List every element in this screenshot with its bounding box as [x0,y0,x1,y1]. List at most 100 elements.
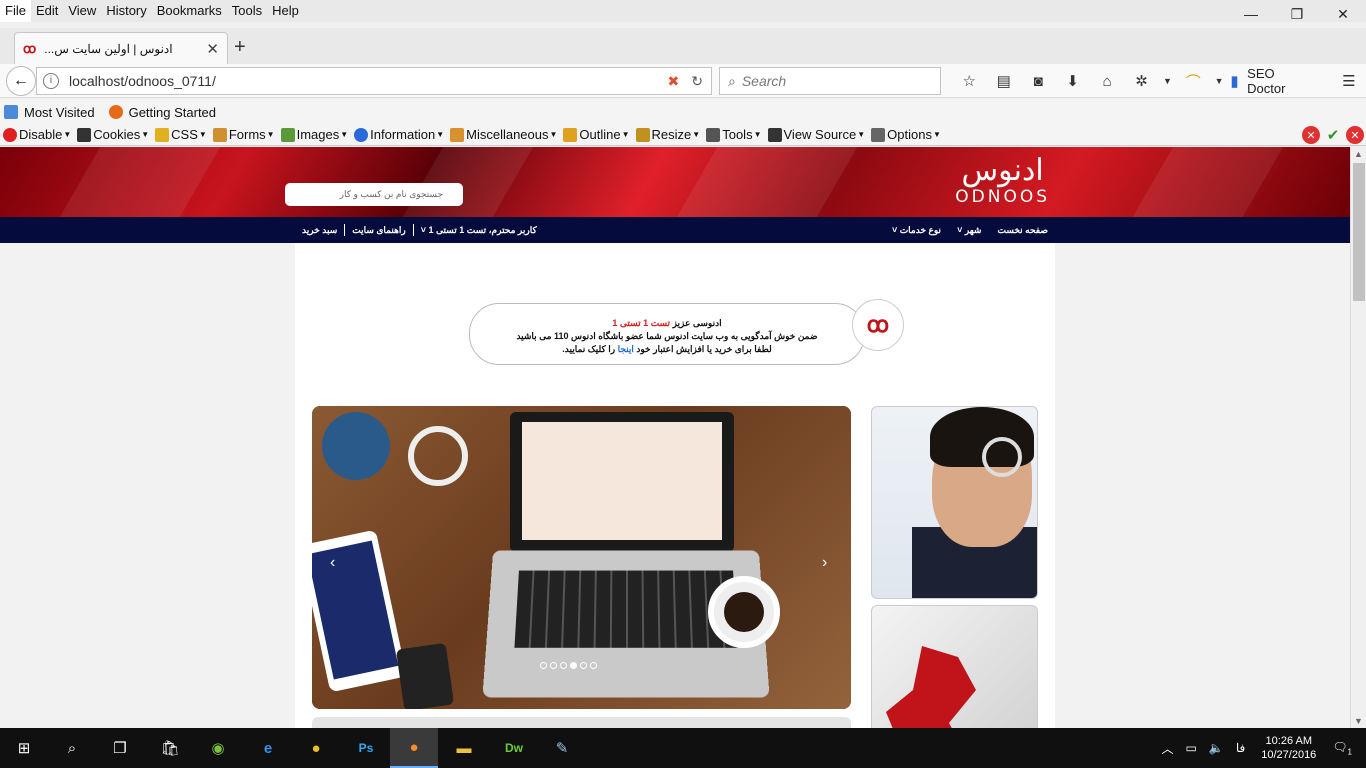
downloads-icon[interactable]: ⬇ [1055,72,1089,90]
support-agent-image[interactable] [871,406,1038,599]
menu-bar: File Edit View History Bookmarks Tools H… [0,0,1366,22]
odnoos-brand-image[interactable] [871,605,1038,728]
file-explorer-icon[interactable]: ▬ [440,728,488,768]
reload-icon[interactable]: ↻ [691,73,703,90]
webdev-outline[interactable]: Outline ▼ [563,127,630,142]
url-bar[interactable]: i localhost/odnoos_0711/ ✖ ↻ [36,67,712,95]
js-error-icon[interactable]: ✕ [1346,126,1364,144]
tray-chevron-icon[interactable]: ︿ [1162,740,1174,757]
android-studio-icon[interactable]: ◉ [194,728,242,768]
notifications-icon[interactable]: 🗨1 [1332,740,1352,756]
minimize-button[interactable]: — [1228,0,1274,28]
edge-icon[interactable]: e [244,728,292,768]
menu-help[interactable]: Help [267,0,304,22]
bookmark-getting-started[interactable]: Getting Started [108,105,216,120]
slider-dot[interactable] [540,662,547,669]
new-tab-button[interactable]: + [234,36,246,59]
site-nav-right: صفحه نخست شهر ˅ نوع خدمات ˅ [892,217,1048,243]
dropdown-arrow-icon: ▼ [63,130,72,139]
site-info-icon[interactable]: i [43,73,59,89]
scroll-down-icon[interactable]: ▼ [1354,716,1363,726]
paint-icon[interactable]: ✎ [538,728,586,768]
search-input[interactable]: ⌕ Search [719,67,941,95]
menu-tools[interactable]: Tools [227,0,267,22]
valid-check-icon[interactable]: ✔ [1324,126,1342,144]
browser-tab[interactable]: ꝏ ادنوس | اولین سایت س... ✕ [14,32,228,64]
seo-doctor-label[interactable]: SEO Doctor [1247,66,1313,96]
restore-button[interactable]: ❐ [1274,0,1320,28]
webdev-cookies[interactable]: Cookies ▼ [77,127,149,142]
site-logo[interactable]: ادنوس ODNOOS [955,155,1050,208]
rainbow-dropdown-icon[interactable]: ▼ [1211,76,1228,86]
input-language[interactable]: فا [1236,741,1245,755]
main-content: ادنوسی عزیز تست 1 تستی 1 ضمن خوش آمدگویی… [295,243,1055,728]
slider-next-icon[interactable]: › [822,554,827,572]
webdev-forms[interactable]: Forms ▼ [212,127,275,142]
bookmark-star-icon[interactable]: ☆ [952,72,986,90]
home-icon[interactable]: ⌂ [1090,73,1124,90]
nav-cart-link[interactable]: سبد خرید [302,225,337,236]
nav-home-link[interactable]: صفحه نخست [997,225,1048,236]
network-icon[interactable]: ▭ [1186,741,1197,755]
close-window-button[interactable]: ✕ [1320,0,1366,28]
nav-help-link[interactable]: راهنمای سایت [352,225,405,236]
webdev-resize[interactable]: Resize ▼ [635,127,700,142]
clear-url-icon[interactable]: ✖ [668,73,680,90]
url-text[interactable]: localhost/odnoos_0711/ [69,73,668,89]
nav-city-dropdown[interactable]: شهر ˅ [957,225,981,236]
slider-dot[interactable] [590,662,597,669]
page-scrollbar[interactable]: ▲ ▼ [1350,147,1366,728]
slider-prev-icon[interactable]: ‹ [330,554,335,572]
webdev-information[interactable]: Information ▼ [354,127,444,142]
image-slider[interactable]: ‹ › [312,406,851,709]
nav-services-dropdown[interactable]: نوع خدمات ˅ [892,225,941,236]
scrollbar-thumb[interactable] [1353,163,1365,301]
chrome-icon[interactable]: ● [292,728,340,768]
webdev-disable[interactable]: Disable ▼ [3,127,71,142]
reading-list-icon[interactable]: ▤ [986,72,1020,90]
bookmark-most-visited[interactable]: Most Visited [4,105,95,120]
extension-dropdown-icon[interactable]: ▼ [1159,76,1176,86]
slide-laptop-screen [510,412,734,552]
menu-bookmarks[interactable]: Bookmarks [152,0,227,22]
css-error-icon[interactable]: ✕ [1302,126,1320,144]
slider-dot[interactable] [550,662,557,669]
menu-edit[interactable]: Edit [31,0,63,22]
site-search-input[interactable]: جستجوی نام بن کسب و کار [285,183,463,206]
menu-view[interactable]: View [63,0,101,22]
outline-pencil-icon [563,127,578,142]
dreamweaver-icon[interactable]: Dw [490,728,538,768]
close-tab-icon[interactable]: ✕ [206,40,219,58]
hamburger-menu-icon[interactable]: ☰ [1332,72,1366,90]
volume-icon[interactable]: 🔈 [1209,741,1224,755]
task-view-icon[interactable]: ❐ [96,728,144,768]
slider-dot-active[interactable] [570,662,577,669]
photoshop-icon[interactable]: Ps [342,728,390,768]
slider-dot[interactable] [560,662,567,669]
webdev-miscellaneous[interactable]: Miscellaneous ▼ [450,127,557,142]
back-button[interactable]: ← [6,66,36,96]
menu-file[interactable]: File [0,0,31,22]
slider-dot[interactable] [580,662,587,669]
webdev-tools[interactable]: Tools ▼ [706,127,762,142]
webdev-options[interactable]: Options ▼ [871,127,941,142]
dropdown-arrow-icon: ▼ [621,130,630,139]
windows-start-icon[interactable]: ⊞ [0,728,48,768]
menu-history[interactable]: History [101,0,151,22]
clock[interactable]: 10:26 AM 10/27/2016 [1261,734,1316,762]
seo-doctor-icon[interactable]: ▮ [1228,72,1241,90]
welcome-here-link[interactable]: اینجا [618,344,634,354]
extension-bug-icon[interactable]: ✲ [1124,72,1158,90]
store-icon[interactable]: 🛍 [146,728,194,768]
pocket-icon[interactable]: ◙ [1021,73,1055,90]
webdev-view-source[interactable]: View Source ▼ [767,127,865,142]
rainbow-extension-icon[interactable]: ⌒ [1176,71,1210,92]
nav-user-dropdown[interactable]: کاربر محترم، تست 1 تستی 1 ˅ [421,225,537,236]
tools-wrench-icon [706,127,721,142]
taskbar-search-icon[interactable]: ⌕ [48,728,96,768]
scroll-up-icon[interactable]: ▲ [1354,149,1363,159]
firefox-taskbar-icon[interactable]: ● [390,728,438,768]
webdev-images[interactable]: Images ▼ [280,127,348,142]
welcome-cta-prefix: لطفا برای خرید یا افزایش اعتبار خود [636,344,772,354]
webdev-css[interactable]: CSS ▼ [155,127,207,142]
